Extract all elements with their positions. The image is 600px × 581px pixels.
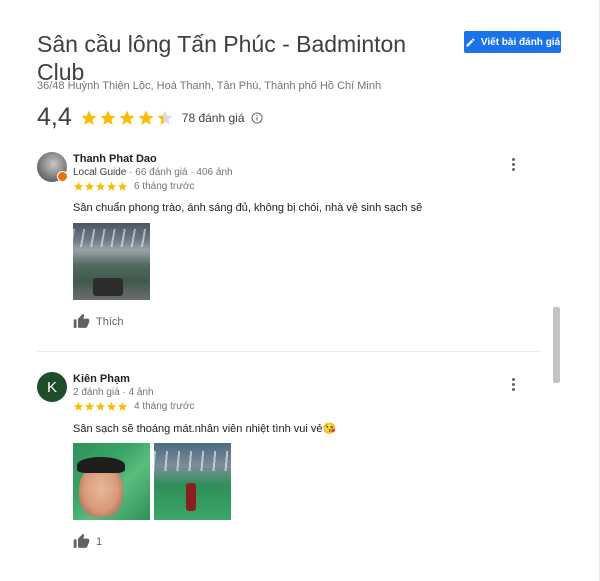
- review-text: Sân chuẩn phong trào, ánh sáng đủ, không…: [73, 202, 423, 214]
- star-icon: [73, 181, 84, 191]
- star-icon: [84, 401, 95, 411]
- review-rating: 6 tháng trước: [73, 181, 195, 192]
- review-count[interactable]: 78 đánh giá: [182, 111, 245, 125]
- reviewer-meta: Local Guide · 66 đánh giá · 406 ảnh: [73, 167, 233, 178]
- reviewer-stats: · 66 đánh giá · 406 ảnh: [129, 167, 233, 178]
- star-icon: [157, 110, 173, 125]
- star-icon: [138, 110, 154, 125]
- more-vert-icon[interactable]: [507, 378, 519, 392]
- more-vert-icon[interactable]: [507, 158, 519, 172]
- star-icon: [95, 401, 106, 411]
- star-icon: [100, 110, 116, 125]
- review-stars: [73, 181, 128, 192]
- star-icon: [106, 181, 117, 191]
- review-text: Sân sạch sẽ thoáng mát.nhân viên nhiệt t…: [73, 423, 337, 435]
- rating-stars: [80, 109, 174, 127]
- review-photo[interactable]: [154, 443, 231, 520]
- review-photo[interactable]: [73, 443, 150, 520]
- star-icon: [73, 401, 84, 411]
- like-count: 1: [96, 535, 103, 548]
- star-icon: [119, 110, 135, 125]
- like-label: Thích: [96, 315, 124, 328]
- review-rating: 4 tháng trước: [73, 401, 195, 412]
- local-guide-badge-icon: [57, 171, 68, 182]
- like-button[interactable]: Thích: [73, 313, 124, 330]
- place-address: 36/48 Huỳnh Thiện Lộc, Hoà Thanh, Tân Ph…: [37, 80, 382, 92]
- star-icon: [106, 401, 117, 411]
- star-icon: [84, 181, 95, 191]
- rating-value: 4,4: [37, 103, 72, 131]
- star-icon: [81, 110, 97, 125]
- thumb-up-icon: [73, 313, 90, 328]
- place-title: Sân cầu lông Tấn Phúc - Badminton Club: [37, 31, 407, 85]
- reviewer-avatar[interactable]: K: [37, 372, 67, 402]
- pencil-icon: [466, 37, 475, 47]
- star-icon: [117, 181, 128, 191]
- write-review-button[interactable]: Viết bài đánh giá: [464, 31, 561, 53]
- local-guide-label: Local Guide: [73, 167, 127, 178]
- review-date: 4 tháng trước: [134, 401, 195, 412]
- review-stars: [73, 401, 128, 412]
- star-icon: [117, 401, 128, 411]
- rating-summary: 4,4 78 đánh giá: [37, 103, 263, 132]
- reviewer-name[interactable]: Kiên Phạm: [73, 373, 130, 385]
- reviewer-name[interactable]: Thanh Phat Dao: [73, 153, 157, 165]
- thumb-up-icon: [73, 533, 90, 548]
- review-photo[interactable]: [73, 223, 150, 300]
- like-button[interactable]: 1: [73, 533, 102, 550]
- info-icon[interactable]: [251, 112, 263, 124]
- write-review-label: Viết bài đánh giá: [480, 36, 561, 48]
- scrollbar-thumb[interactable]: [553, 307, 560, 383]
- review-divider: [37, 351, 540, 352]
- star-icon: [95, 181, 106, 191]
- review-date: 6 tháng trước: [134, 181, 195, 192]
- reviews-panel: Sân cầu lông Tấn Phúc - Badminton Club V…: [0, 0, 600, 581]
- reviewer-meta: 2 đánh giá · 4 ảnh: [73, 387, 154, 398]
